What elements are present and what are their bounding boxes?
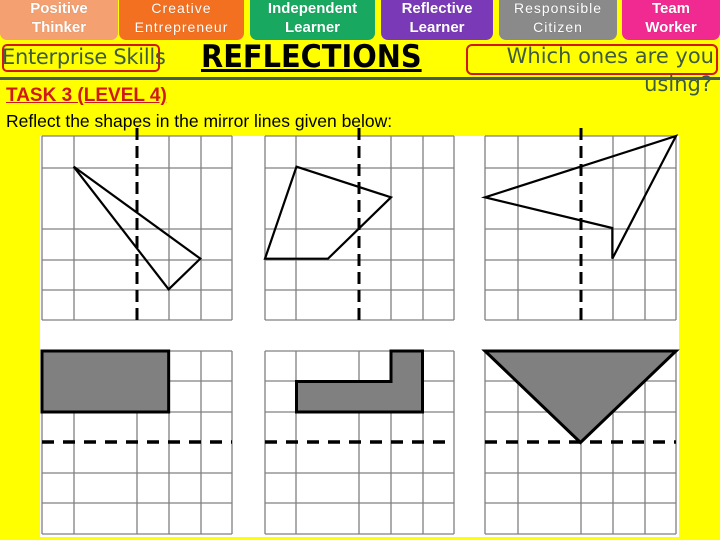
shape-rectangle (40, 349, 171, 414)
reflection-grids (40, 128, 680, 535)
shape-inverted-triangle (481, 349, 680, 445)
shape-pentagon (263, 165, 394, 260)
